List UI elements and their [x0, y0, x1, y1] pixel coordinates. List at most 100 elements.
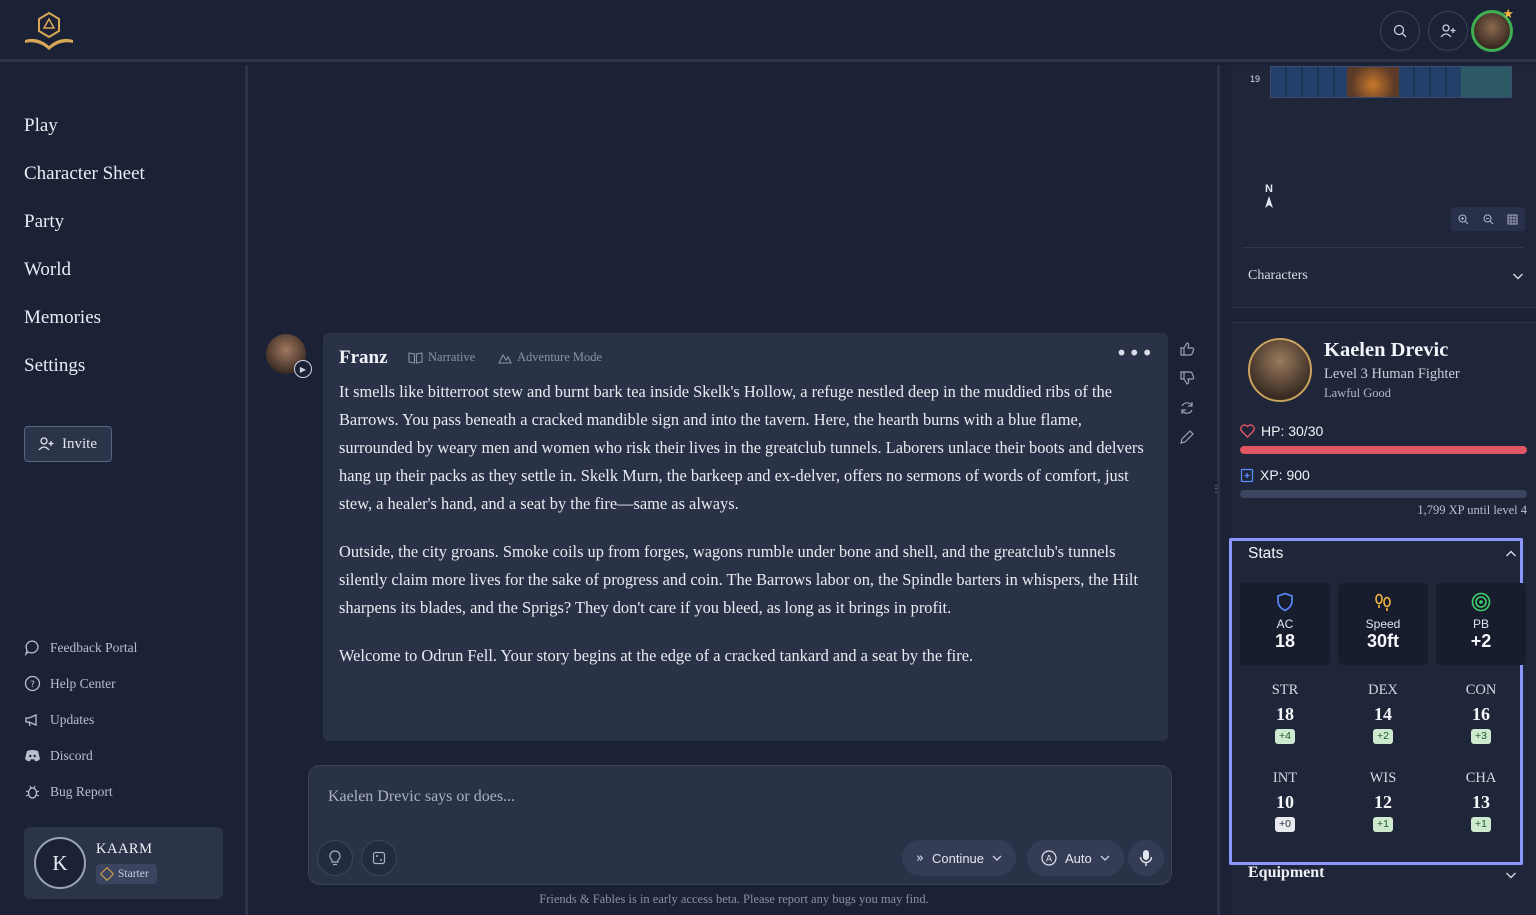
character-portrait[interactable] — [1248, 338, 1312, 402]
auto-mode-button[interactable]: A Auto — [1027, 840, 1124, 876]
book-icon — [408, 351, 423, 364]
feedback-portal-label: Feedback Portal — [50, 639, 138, 655]
ability-modifier: +1 — [1373, 817, 1393, 832]
search-button[interactable] — [1380, 11, 1420, 51]
narrative-tag: Narrative — [408, 350, 475, 365]
user-plus-icon — [38, 437, 54, 451]
ability-modifier: +2 — [1373, 729, 1393, 744]
updates-link[interactable]: Updates — [24, 711, 94, 728]
ability-score: 16 — [1472, 704, 1490, 724]
continue-button[interactable]: » Continue — [902, 840, 1017, 876]
nav-world[interactable]: World — [24, 259, 71, 281]
nav-party[interactable]: Party — [24, 211, 64, 233]
stat-ac: AC 18 — [1240, 583, 1330, 665]
discord-link[interactable]: Discord — [24, 747, 93, 764]
svg-text:?: ? — [30, 680, 35, 690]
message-composer[interactable]: Kaelen Drevic says or does... » Continue… — [308, 765, 1172, 885]
ability-label: CON — [1465, 682, 1497, 698]
nav-play[interactable]: Play — [24, 115, 58, 137]
regenerate-icon[interactable] — [1178, 399, 1196, 417]
edit-pencil-icon[interactable] — [1178, 428, 1196, 446]
action-input[interactable]: Kaelen Drevic says or does... — [328, 788, 515, 806]
map-row-number: 19 — [1250, 74, 1261, 84]
ability-str: STR 18 +4 — [1240, 673, 1330, 755]
app-logo-icon[interactable] — [22, 10, 76, 52]
chevron-down-icon — [1100, 855, 1110, 861]
message-card: Franz Narrative Adventure Mode ••• It sm… — [323, 333, 1168, 741]
bug-report-label: Bug Report — [50, 783, 113, 799]
xp-label: XP: 900 — [1240, 467, 1310, 483]
ability-label: CHA — [1465, 770, 1497, 786]
world-map[interactable] — [1270, 66, 1512, 98]
add-friend-button[interactable] — [1428, 11, 1468, 51]
target-icon — [1471, 592, 1491, 612]
ability-wis: WIS 12 +1 — [1338, 761, 1428, 843]
nav-memories[interactable]: Memories — [24, 307, 101, 329]
ability-score: 10 — [1276, 792, 1294, 812]
invite-button[interactable]: Invite — [24, 426, 112, 462]
hp-bar — [1240, 446, 1527, 454]
xp-until-next-level: 1,799 XP until level 4 — [1417, 503, 1527, 517]
top-bar: ★ — [0, 0, 1536, 62]
help-center-label: Help Center — [50, 675, 116, 691]
star-icon: ★ — [1502, 7, 1514, 22]
beta-notice: Friends & Fables is in early access beta… — [539, 892, 929, 906]
compass-label: N — [1265, 183, 1273, 195]
equipment-heading[interactable]: Equipment — [1248, 864, 1324, 882]
feedback-portal-link[interactable]: Feedback Portal — [24, 639, 137, 656]
sidebar: Play Character Sheet Party World Memorie… — [0, 65, 248, 915]
microphone-button[interactable] — [1128, 840, 1164, 876]
chevron-down-icon — [1513, 273, 1523, 280]
ability-label: WIS — [1369, 770, 1397, 786]
chevron-up-icon[interactable] — [1505, 546, 1517, 562]
chevron-down-icon[interactable] — [1505, 867, 1517, 883]
updates-label: Updates — [50, 711, 95, 727]
stat-value: 30ft — [1366, 631, 1399, 651]
xp-text: XP: 900 — [1260, 467, 1310, 483]
play-audio-icon[interactable]: ▶ — [294, 360, 312, 378]
bug-report-link[interactable]: Bug Report — [24, 783, 113, 800]
thumbs-up-icon[interactable] — [1178, 340, 1196, 358]
dice-button[interactable] — [361, 840, 397, 876]
ability-score: 13 — [1472, 792, 1490, 812]
double-chevron-right-icon: » — [916, 850, 924, 866]
narrative-label: Narrative — [428, 350, 476, 364]
stat-label: PB — [1472, 617, 1489, 631]
help-circle-icon: ? — [24, 675, 41, 692]
characters-accordion[interactable]: Characters — [1248, 268, 1524, 284]
stat-label: AC — [1276, 617, 1294, 631]
ability-cha: CHA 13 +1 — [1436, 761, 1526, 843]
discord-icon — [25, 750, 40, 762]
nav-settings[interactable]: Settings — [24, 355, 85, 377]
zoom-in-icon[interactable] — [1451, 207, 1476, 231]
user-name: KAARM — [96, 841, 153, 857]
message-author: Franz — [339, 347, 388, 368]
auto-label: Auto — [1065, 850, 1092, 866]
message-paragraph: Outside, the city groans. Smoke coils up… — [339, 542, 1139, 617]
grid-icon[interactable] — [1500, 207, 1525, 231]
more-options-icon[interactable]: ••• — [1116, 341, 1154, 365]
ability-label: DEX — [1368, 682, 1398, 698]
lightbulb-icon — [329, 850, 341, 866]
bug-icon — [25, 785, 40, 799]
drag-handle-icon[interactable]: ⋮ — [1211, 484, 1221, 498]
user-card[interactable]: K KAARM Starter — [24, 827, 223, 899]
profile-avatar[interactable]: ★ — [1471, 7, 1514, 52]
suggestion-button[interactable] — [317, 840, 353, 876]
map-tile — [1347, 67, 1399, 97]
hp-text: HP: 30/30 — [1261, 423, 1324, 439]
ability-con: CON 16 +3 — [1436, 673, 1526, 755]
xp-book-icon — [1240, 468, 1254, 482]
thumbs-down-icon[interactable] — [1178, 369, 1196, 387]
nav-character-sheet[interactable]: Character Sheet — [24, 163, 145, 185]
chat-bubble-icon — [24, 640, 39, 656]
compass: N — [1263, 183, 1275, 212]
character-alignment: Lawful Good — [1324, 386, 1391, 400]
message-paragraph: Welcome to Odrun Fell. Your story begins… — [339, 646, 974, 665]
zoom-out-icon[interactable] — [1476, 207, 1501, 231]
divider — [1242, 247, 1524, 248]
stats-title[interactable]: Stats — [1248, 545, 1283, 563]
search-icon — [1393, 24, 1407, 38]
stat-pb: PB +2 — [1436, 583, 1526, 665]
help-center-link[interactable]: ? Help Center — [24, 675, 116, 692]
